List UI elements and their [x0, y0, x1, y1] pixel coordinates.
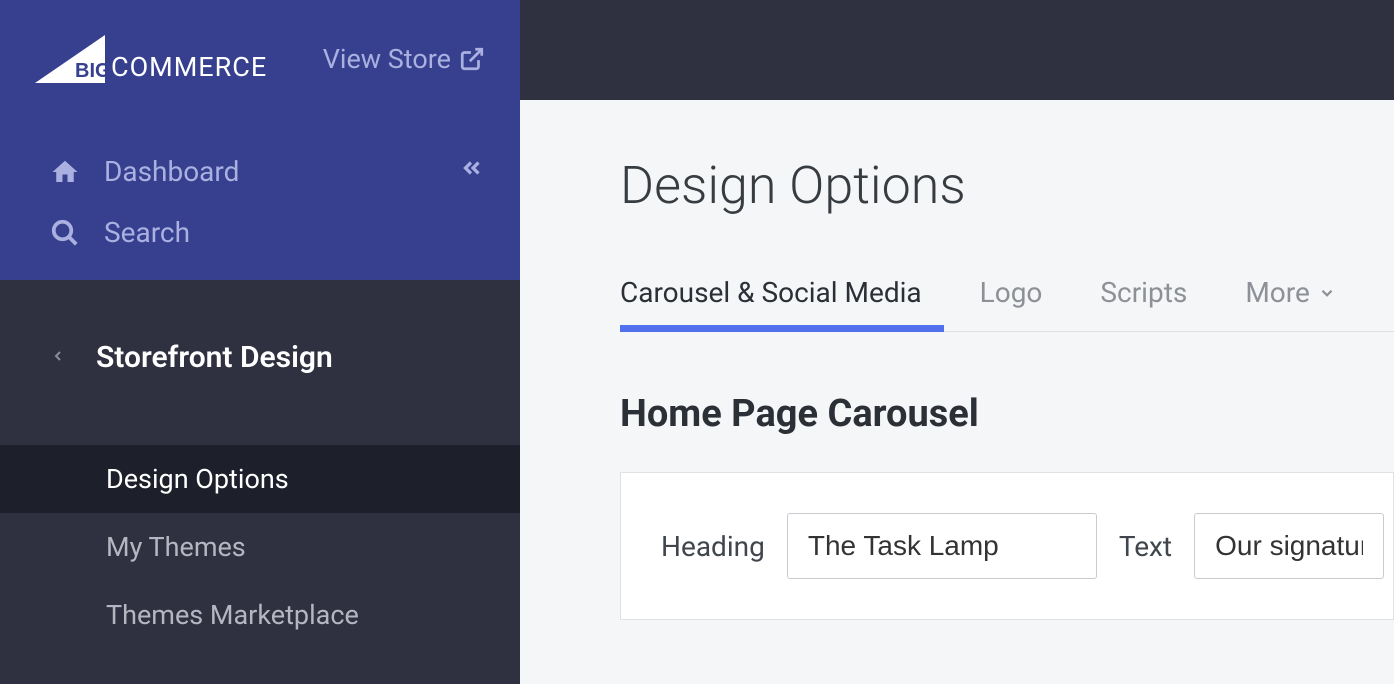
- text-input[interactable]: [1194, 513, 1384, 579]
- sidebar: BIG COMMERCE View Store Dashboard: [0, 0, 520, 684]
- view-store-label: View Store: [323, 43, 451, 75]
- home-icon: [50, 157, 80, 187]
- main: Design Options Carousel & Social Media L…: [520, 0, 1394, 684]
- heading-input[interactable]: [787, 513, 1097, 579]
- sidebar-item-label: Themes Marketplace: [106, 599, 359, 631]
- section-title: Home Page Carousel: [620, 392, 1394, 436]
- logo-row: BIG COMMERCE View Store: [0, 0, 520, 83]
- logo-mark-icon: BIG: [35, 35, 105, 83]
- sidebar-bottom: Storefront Design Design Options My Them…: [0, 280, 520, 684]
- sidebar-item-label: My Themes: [106, 531, 246, 563]
- nav-search-label: Search: [104, 216, 190, 249]
- collapse-icon[interactable]: [459, 155, 485, 188]
- sidebar-item-design-options[interactable]: Design Options: [0, 445, 520, 513]
- section-title: Storefront Design: [96, 340, 333, 375]
- tab-logo[interactable]: Logo: [980, 276, 1043, 331]
- nav-items: Dashboard Search: [0, 83, 520, 263]
- nav-search[interactable]: Search: [0, 202, 520, 263]
- sidebar-item-themes-marketplace[interactable]: Themes Marketplace: [0, 581, 520, 649]
- nav-dashboard[interactable]: Dashboard: [0, 141, 520, 202]
- tab-label: Scripts: [1100, 276, 1187, 309]
- svg-text:BIG: BIG: [75, 60, 105, 82]
- logo[interactable]: BIG COMMERCE: [35, 35, 267, 83]
- logo-text: COMMERCE: [111, 51, 267, 83]
- page-title: Design Options: [620, 155, 1394, 216]
- tab-label: Logo: [980, 276, 1043, 309]
- sidebar-item-my-themes[interactable]: My Themes: [0, 513, 520, 581]
- search-icon: [50, 218, 80, 248]
- chevron-left-icon: [50, 345, 66, 370]
- section-header[interactable]: Storefront Design: [0, 280, 520, 405]
- chevron-down-icon: [1318, 284, 1336, 302]
- sub-items: Design Options My Themes Themes Marketpl…: [0, 405, 520, 649]
- sidebar-top: BIG COMMERCE View Store Dashboard: [0, 0, 520, 280]
- sidebar-item-label: Design Options: [106, 463, 289, 495]
- tab-label: Carousel & Social Media: [620, 276, 922, 309]
- external-link-icon: [459, 46, 485, 72]
- nav-dashboard-label: Dashboard: [104, 155, 239, 188]
- tab-more[interactable]: More: [1245, 276, 1336, 331]
- carousel-form-card: Heading Text: [620, 472, 1394, 620]
- heading-label: Heading: [661, 530, 765, 563]
- content: Design Options Carousel & Social Media L…: [520, 100, 1394, 620]
- tabs: Carousel & Social Media Logo Scripts Mor…: [620, 276, 1394, 332]
- topbar: [520, 0, 1394, 100]
- tab-scripts[interactable]: Scripts: [1100, 276, 1187, 331]
- tab-carousel-social[interactable]: Carousel & Social Media: [620, 276, 922, 331]
- tab-label: More: [1245, 276, 1310, 309]
- text-label: Text: [1119, 530, 1172, 563]
- view-store-link[interactable]: View Store: [323, 43, 485, 75]
